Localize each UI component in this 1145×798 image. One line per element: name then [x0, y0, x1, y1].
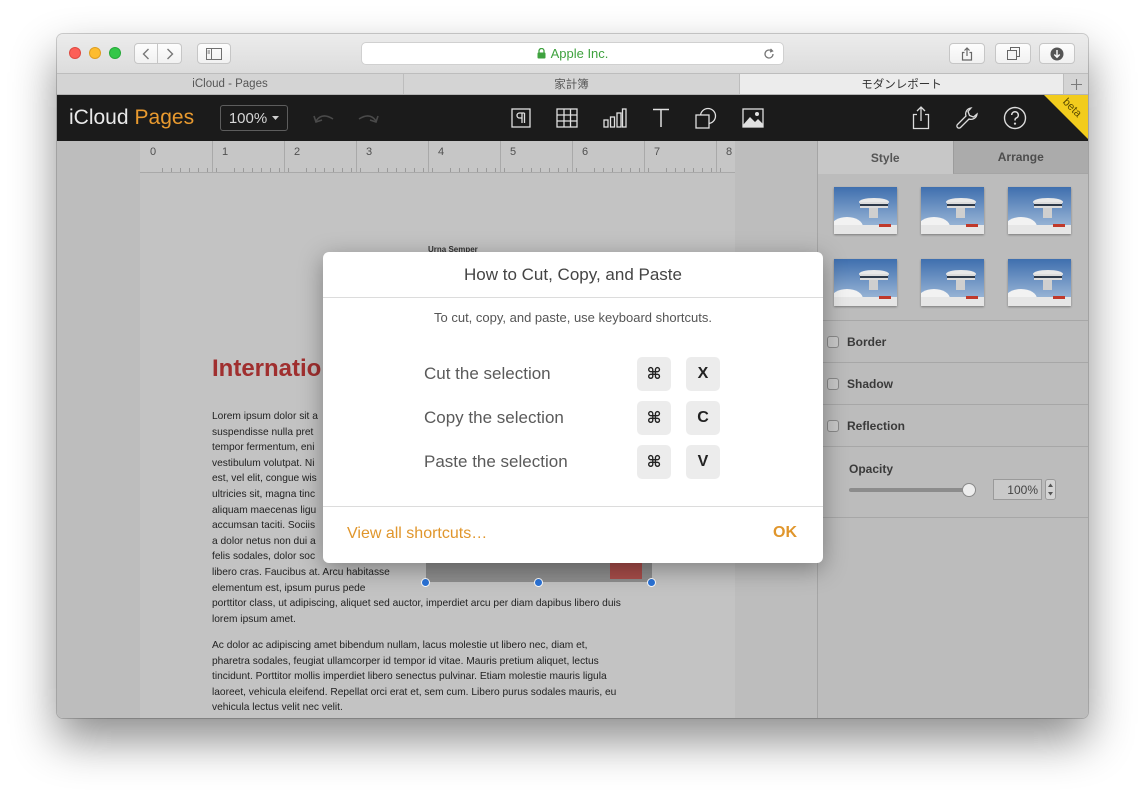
tools-button[interactable]	[954, 105, 980, 131]
address-text: Apple Inc.	[550, 46, 609, 61]
v-key: V	[686, 445, 720, 479]
plus-icon	[1070, 78, 1082, 90]
title-bar: Apple Inc.	[57, 34, 1088, 73]
lock-icon	[537, 48, 546, 59]
caret-down-icon	[272, 116, 280, 120]
c-key: C	[686, 401, 720, 435]
view-all-shortcuts-link[interactable]: View all shortcuts…	[347, 525, 487, 543]
share-icon	[961, 46, 973, 61]
shortcut-row-copy: Copy the selection ⌘ C	[424, 401, 724, 435]
reload-icon[interactable]	[763, 48, 775, 60]
help-icon	[1003, 106, 1027, 130]
shape-button[interactable]	[693, 105, 719, 131]
browser-tab-icloud-pages[interactable]: iCloud - Pages	[57, 74, 404, 94]
minimize-window-button[interactable]	[89, 47, 101, 59]
shortcuts-dialog: How to Cut, Copy, and Paste To cut, copy…	[323, 252, 823, 563]
beta-badge: beta	[1044, 95, 1088, 139]
chevron-right-icon	[166, 48, 173, 59]
undo-icon	[313, 115, 334, 124]
dialog-footer: View all shortcuts… OK	[323, 506, 823, 563]
share-icon	[912, 106, 930, 130]
x-key: X	[686, 357, 720, 391]
chevron-left-icon	[142, 48, 149, 59]
forward-button[interactable]	[158, 43, 182, 64]
help-button[interactable]	[1002, 105, 1028, 131]
paragraph-icon	[511, 108, 531, 128]
bar-chart-icon	[603, 108, 627, 128]
address-bar[interactable]: Apple Inc.	[361, 42, 784, 65]
sidebar-icon	[206, 47, 222, 60]
shortcut-row-cut: Cut the selection ⌘ X	[424, 357, 724, 391]
browser-tab-modern-report[interactable]: モダンレポート	[740, 74, 1064, 94]
downloads-button[interactable]	[1039, 43, 1075, 64]
image-icon	[742, 108, 764, 128]
download-icon	[1050, 47, 1064, 60]
chart-button[interactable]	[602, 105, 628, 131]
media-button[interactable]	[740, 105, 766, 131]
show-tabs-button[interactable]	[995, 43, 1031, 64]
command-key: ⌘	[637, 401, 671, 435]
share-document-button[interactable]	[908, 105, 934, 131]
ok-button[interactable]: OK	[773, 524, 797, 542]
redo-icon	[358, 115, 379, 124]
app-logo: iCloud Pages	[69, 106, 195, 129]
back-button[interactable]	[134, 43, 158, 64]
text-box-button[interactable]	[648, 105, 674, 131]
table-button[interactable]	[554, 105, 580, 131]
command-key: ⌘	[637, 357, 671, 391]
dialog-title: How to Cut, Copy, and Paste	[323, 252, 823, 298]
close-window-button[interactable]	[69, 47, 81, 59]
redo-button[interactable]	[355, 105, 381, 131]
text-icon	[653, 108, 669, 127]
pages-toolbar: iCloud Pages 100% beta	[57, 95, 1088, 141]
sidebar-toggle-button[interactable]	[197, 43, 231, 64]
tab-bar: iCloud - Pages 家計簿 モダンレポート	[57, 73, 1088, 95]
table-icon	[556, 108, 578, 128]
browser-tab-kakeibo[interactable]: 家計簿	[404, 74, 740, 94]
browser-window: Apple Inc. iCloud - Pages 家計簿 モダンレポート iC…	[57, 34, 1088, 718]
shortcut-row-paste: Paste the selection ⌘ V	[424, 445, 724, 479]
text-format-button[interactable]	[508, 105, 534, 131]
zoom-menu[interactable]: 100%	[220, 105, 288, 131]
command-key: ⌘	[637, 445, 671, 479]
zoom-window-button[interactable]	[109, 47, 121, 59]
undo-button[interactable]	[311, 105, 337, 131]
share-button[interactable]	[949, 43, 985, 64]
dialog-subtitle: To cut, copy, and paste, use keyboard sh…	[434, 310, 712, 325]
new-tab-button[interactable]	[1064, 74, 1088, 94]
wrench-icon	[956, 107, 978, 129]
shape-icon	[695, 107, 717, 129]
tabs-overview-icon	[1006, 47, 1020, 60]
